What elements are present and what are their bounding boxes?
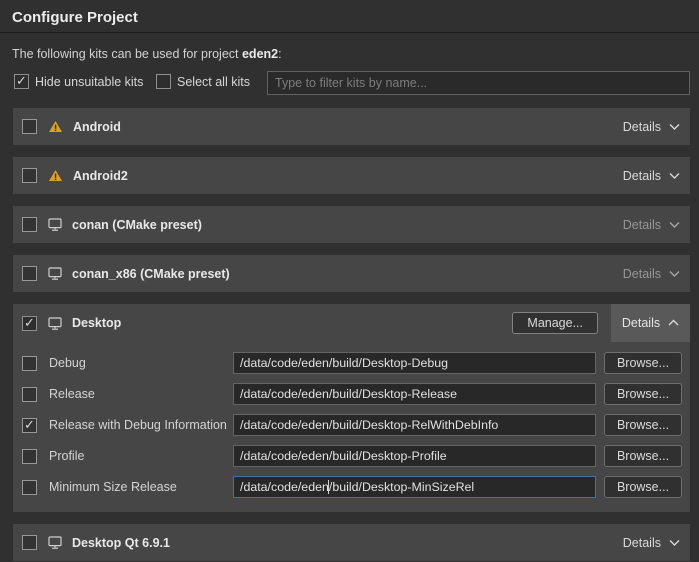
details-toggle: Details — [623, 218, 680, 232]
config-checkbox[interactable] — [22, 449, 37, 464]
kit-row-android: Android Details — [13, 108, 690, 145]
details-label: Details — [623, 169, 661, 183]
kit-name: Desktop Qt 6.9.1 — [72, 536, 170, 550]
build-dir-input[interactable] — [233, 445, 596, 467]
browse-button[interactable]: Browse... — [604, 414, 682, 436]
kit-checkbox[interactable] — [22, 168, 37, 183]
kit-checkbox[interactable] — [22, 316, 37, 331]
kit-header-desktop: Desktop Manage... Details — [13, 304, 690, 342]
config-row-relwithdebinfo: Release with Debug Information Browse... — [22, 414, 682, 436]
desktop-icon — [48, 267, 62, 280]
config-checkbox[interactable] — [22, 387, 37, 402]
details-toggle[interactable]: Details — [623, 169, 680, 183]
kit-filter-input[interactable] — [267, 71, 690, 95]
details-label: Details — [623, 267, 661, 281]
manage-kits-button[interactable]: Manage... — [512, 312, 598, 334]
text-caret — [328, 480, 329, 494]
browse-button[interactable]: Browse... — [604, 383, 682, 405]
chevron-up-icon — [668, 319, 679, 327]
kit-name: conan_x86 (CMake preset) — [72, 267, 230, 281]
kit-list: Android Details Android2 Details conan (… — [13, 108, 690, 561]
config-label: Release with Debug Information — [49, 418, 233, 432]
chevron-down-icon — [669, 539, 680, 547]
select-all-label: Select all kits — [177, 75, 250, 89]
config-label: Debug — [49, 356, 233, 370]
select-all-checkbox[interactable] — [156, 74, 171, 89]
browse-button[interactable]: Browse... — [604, 352, 682, 374]
details-toggle: Details — [623, 267, 680, 281]
desktop-icon — [48, 218, 62, 231]
config-row-minsizerel: Minimum Size Release Browse... — [22, 476, 682, 498]
config-label: Release — [49, 387, 233, 401]
kit-checkbox[interactable] — [22, 535, 37, 550]
desktop-icon — [48, 317, 62, 330]
warning-icon — [48, 169, 63, 182]
details-label: Details — [623, 536, 661, 550]
details-toggle[interactable]: Details — [623, 120, 680, 134]
kit-controls-bar: Hide unsuitable kits Select all kits — [13, 71, 690, 95]
config-row-release: Release Browse... — [22, 383, 682, 405]
kit-checkbox[interactable] — [22, 266, 37, 281]
intro-text: The following kits can be used for proje… — [12, 47, 687, 61]
kit-row-android2: Android2 Details — [13, 157, 690, 194]
kit-name: Android2 — [73, 169, 128, 183]
kit-section-desktop: Desktop Manage... Details Debug Browse..… — [13, 304, 690, 512]
kit-name: Android — [73, 120, 121, 134]
browse-button[interactable]: Browse... — [604, 445, 682, 467]
details-label: Details — [623, 120, 661, 134]
chevron-down-icon — [669, 221, 680, 229]
config-checkbox[interactable] — [22, 356, 37, 371]
build-dir-input[interactable] — [233, 414, 596, 436]
details-label: Details — [622, 316, 660, 330]
intro-before: The following kits can be used for proje… — [12, 47, 242, 61]
build-dir-input[interactable] — [233, 352, 596, 374]
details-toggle[interactable]: Details — [611, 304, 690, 342]
browse-button[interactable]: Browse... — [604, 476, 682, 498]
config-checkbox[interactable] — [22, 480, 37, 495]
desktop-icon — [48, 536, 62, 549]
kit-name: Desktop — [72, 316, 121, 330]
kit-row-conan: conan (CMake preset) Details — [13, 206, 690, 243]
chevron-down-icon — [669, 270, 680, 278]
kit-row-conan-x86: conan_x86 (CMake preset) Details — [13, 255, 690, 292]
details-toggle[interactable]: Details — [623, 536, 680, 550]
hide-unsuitable-label: Hide unsuitable kits — [35, 75, 143, 89]
project-name: eden2 — [242, 47, 278, 61]
kit-checkbox[interactable] — [22, 119, 37, 134]
hide-unsuitable-checkbox[interactable] — [14, 74, 29, 89]
warning-icon — [48, 120, 63, 133]
build-dir-input[interactable] — [233, 383, 596, 405]
details-label: Details — [623, 218, 661, 232]
kit-checkbox[interactable] — [22, 217, 37, 232]
build-dir-input-focused[interactable] — [233, 476, 596, 498]
chevron-down-icon — [669, 123, 680, 131]
config-row-debug: Debug Browse... — [22, 352, 682, 374]
intro-after: : — [278, 47, 281, 61]
chevron-down-icon — [669, 172, 680, 180]
config-row-profile: Profile Browse... — [22, 445, 682, 467]
build-config-list: Debug Browse... Release Browse... Releas… — [13, 342, 690, 498]
config-checkbox[interactable] — [22, 418, 37, 433]
kit-row-desktop-qt: Desktop Qt 6.9.1 Details — [13, 524, 690, 561]
page-title: Configure Project — [0, 0, 699, 33]
config-label: Minimum Size Release — [49, 480, 233, 494]
kit-name: conan (CMake preset) — [72, 218, 202, 232]
config-label: Profile — [49, 449, 233, 463]
